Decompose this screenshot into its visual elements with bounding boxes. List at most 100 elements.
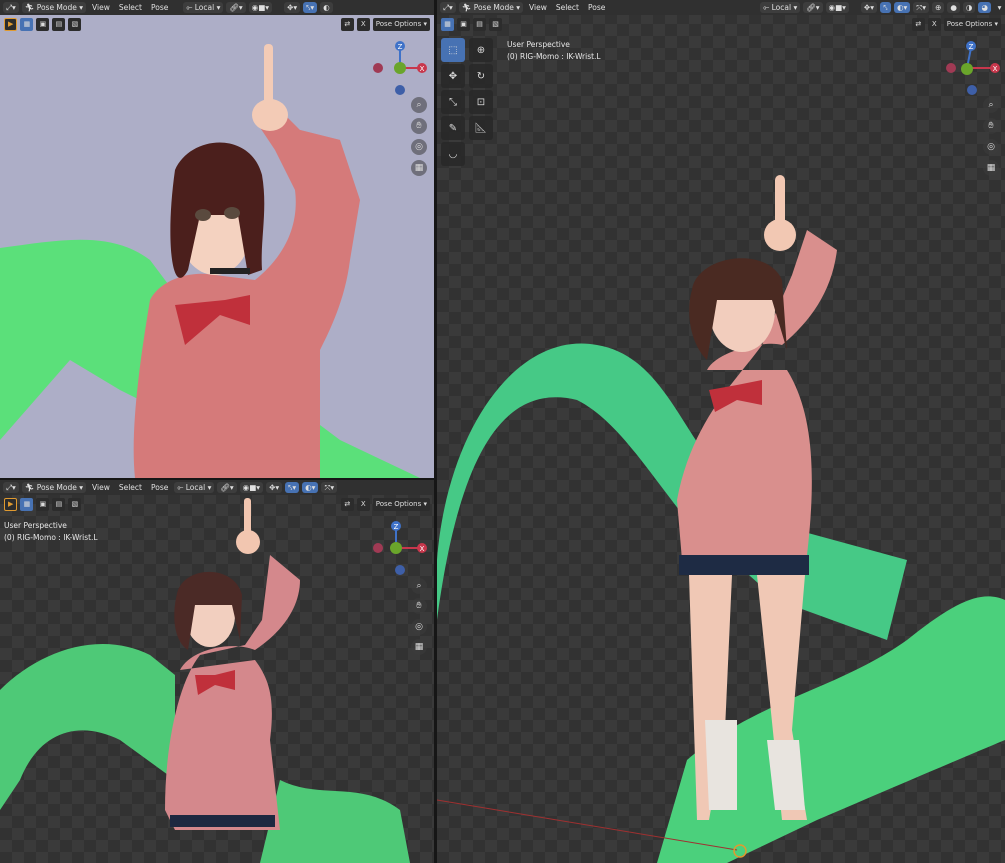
orientation-dropdown[interactable]: ⟜ Local ▾	[183, 2, 224, 13]
navigation-gizmo[interactable]: Z X	[945, 36, 1001, 100]
orientation-dropdown[interactable]: ⟜ Local ▾	[760, 2, 801, 13]
gizmo-toggle[interactable]: ⤣▾	[303, 2, 318, 13]
gizmo-toggle[interactable]: ⤣	[879, 2, 891, 13]
xray-button[interactable]: ⤧▾	[321, 482, 338, 493]
overlay-toggle[interactable]: ◐ ▾	[302, 482, 319, 493]
select-mode-subtract[interactable]: ▤	[473, 17, 486, 31]
hand-icon[interactable]: ✋︎	[983, 118, 999, 134]
snap-button[interactable]: 🔗︎ ▾	[226, 2, 246, 13]
grid-icon[interactable]: ▦	[411, 160, 427, 176]
select-tool-button[interactable]: ▶	[4, 497, 18, 511]
zoom-icon[interactable]: ⌕	[983, 97, 999, 113]
visibility-button[interactable]: ✥ ▾	[266, 482, 283, 493]
shading-material-button[interactable]: ◑	[962, 2, 976, 13]
snap-button[interactable]: 🔗︎ ▾	[217, 482, 237, 493]
gizmo-toggle[interactable]: ⤣▾	[285, 482, 300, 493]
shading-wireframe-button[interactable]: ⊕	[932, 2, 945, 13]
select-mode-extend[interactable]: ▣	[36, 497, 50, 511]
mirror-x-button[interactable]: X	[927, 17, 941, 31]
object-info-label: (0) RIG-Momo : IK-Wrist.L	[507, 52, 601, 61]
mirror-x-button[interactable]: X	[356, 497, 370, 511]
navigation-gizmo[interactable]: Z X	[372, 520, 428, 584]
hand-icon[interactable]: ✋︎	[411, 118, 427, 134]
select-mode-new[interactable]: ▦	[441, 17, 454, 31]
navigation-gizmo[interactable]: Z X	[372, 40, 428, 104]
viewport-left-bottom[interactable]: ⤢ ▾ 🏃︎ Pose Mode ▾ View Select Pose ⟜ Loc…	[0, 480, 434, 863]
tool-settings-row: ▶ ▦ ▣ ▤ ▧ ⇄ X Pose Options ▾	[0, 495, 434, 513]
select-mode-new[interactable]: ▦	[20, 17, 34, 31]
pose-mode-icon: 🏃︎	[24, 483, 35, 492]
menu-pose[interactable]: Pose	[148, 482, 171, 493]
tool-settings-row: ▶ ▦ ▣ ▤ ▧ ⇄ X Pose Options ▾	[0, 15, 434, 33]
pose-options-button[interactable]: Pose Options ▾	[372, 17, 430, 31]
grid-icon[interactable]: ▦	[411, 639, 427, 655]
proportional-button[interactable]: ◉ ■▾	[825, 2, 849, 13]
select-mode-subtract[interactable]: ▤	[52, 17, 66, 31]
move-icon[interactable]: ✥	[441, 64, 465, 88]
editor-type-button[interactable]: ⤢ ▾	[3, 482, 19, 493]
hand-icon[interactable]: ✋︎	[411, 598, 427, 614]
camera-icon[interactable]: ◎	[983, 139, 999, 155]
visibility-button[interactable]: ✥ ▾	[284, 2, 301, 13]
proportional-button[interactable]: ◉ ■▾	[239, 482, 264, 493]
snap-button[interactable]: 🔗︎ ▾	[803, 2, 823, 13]
zoom-icon[interactable]: ⌕	[411, 97, 427, 113]
toolshelf: ⬚ ⊕ ✥ ↻ ⤡ ⊡ ✎ 📐︎ ◡	[441, 38, 497, 166]
cursor-tool-icon[interactable]: ⊕	[469, 38, 493, 62]
proportional-icon: ◉	[251, 3, 259, 12]
mode-selector[interactable]: 🏃︎ Pose Mode ▾	[21, 482, 87, 493]
select-mode-extend[interactable]: ▣	[36, 17, 50, 31]
shading-solid-button[interactable]: ●	[947, 2, 960, 13]
menu-select[interactable]: Select	[116, 482, 145, 493]
select-mode-subtract[interactable]: ▤	[52, 497, 66, 511]
relax-icon[interactable]: ◡	[441, 142, 465, 166]
scene-render	[437, 175, 1005, 863]
pose-options-button[interactable]: Pose Options ▾	[943, 17, 1001, 31]
camera-icon[interactable]: ◎	[411, 139, 427, 155]
mode-selector[interactable]: 🏃︎ Pose Mode ▾	[458, 2, 524, 13]
select-mode-invert[interactable]: ▧	[68, 17, 82, 31]
select-tool-button[interactable]: ▶	[4, 17, 18, 31]
mode-selector[interactable]: 🏃︎ Pose Mode ▾	[21, 2, 87, 13]
mirror-icon[interactable]: ⇄	[340, 497, 354, 511]
viewport-header: ⤢ ▾ 🏃︎ Pose Mode ▾ View Select Pose ⟜ Loc…	[0, 480, 434, 495]
viewport-left-top[interactable]: ⤢ ▾ 🏃︎ Pose Mode ▾ View Select Pose ⟜ Loc…	[0, 0, 434, 478]
overlay-toggle[interactable]: ◐	[320, 2, 333, 13]
xray-button[interactable]: ⤧▾	[913, 2, 930, 13]
select-box-tool[interactable]: ⬚	[441, 38, 465, 62]
mirror-icon[interactable]: ⇄	[911, 17, 925, 31]
measure-icon[interactable]: 📐︎	[469, 116, 493, 140]
select-mode-extend[interactable]: ▣	[457, 17, 470, 31]
select-mode-invert[interactable]: ▧	[68, 497, 82, 511]
camera-icon[interactable]: ◎	[411, 619, 427, 635]
rotate-icon[interactable]: ↻	[469, 64, 493, 88]
overlay-toggle[interactable]: ◐ ▾	[893, 2, 911, 13]
editor-type-icon: ⤢	[6, 2, 12, 12]
select-mode-invert[interactable]: ▧	[489, 17, 502, 31]
orientation-dropdown[interactable]: ⟜ Local ▾	[174, 482, 215, 493]
mirror-icon[interactable]: ⇄	[340, 17, 354, 31]
menu-view[interactable]: View	[89, 2, 113, 13]
menu-select[interactable]: Select	[116, 2, 145, 13]
pose-options-button[interactable]: Pose Options ▾	[372, 497, 430, 511]
viewport-right[interactable]: ⤢ ▾ 🏃︎ Pose Mode ▾ View Select Pose ⟜ Loc…	[437, 0, 1005, 863]
shading-options-button[interactable]: ▾	[994, 2, 1005, 13]
menu-select[interactable]: Select	[553, 2, 582, 13]
visibility-button[interactable]: ✥ ▾	[860, 2, 877, 13]
gizmo-icon: ✥	[287, 3, 294, 12]
transform-icon[interactable]: ⊡	[469, 90, 493, 114]
shading-rendered-button[interactable]: ◕	[978, 2, 991, 13]
editor-type-button[interactable]: ⤢ ▾	[3, 2, 19, 13]
zoom-icon[interactable]: ⌕	[411, 578, 427, 594]
select-mode-new[interactable]: ▦	[20, 497, 34, 511]
menu-pose[interactable]: Pose	[585, 2, 608, 13]
menu-view[interactable]: View	[89, 482, 113, 493]
mirror-x-button[interactable]: X	[356, 17, 370, 31]
scale-icon[interactable]: ⤡	[441, 90, 465, 114]
grid-icon[interactable]: ▦	[983, 160, 999, 176]
menu-pose[interactable]: Pose	[148, 2, 171, 13]
annotate-icon[interactable]: ✎	[441, 116, 465, 140]
menu-view[interactable]: View	[526, 2, 550, 13]
proportional-button[interactable]: ◉ ■▾	[248, 2, 273, 13]
editor-type-button[interactable]: ⤢ ▾	[440, 2, 456, 13]
